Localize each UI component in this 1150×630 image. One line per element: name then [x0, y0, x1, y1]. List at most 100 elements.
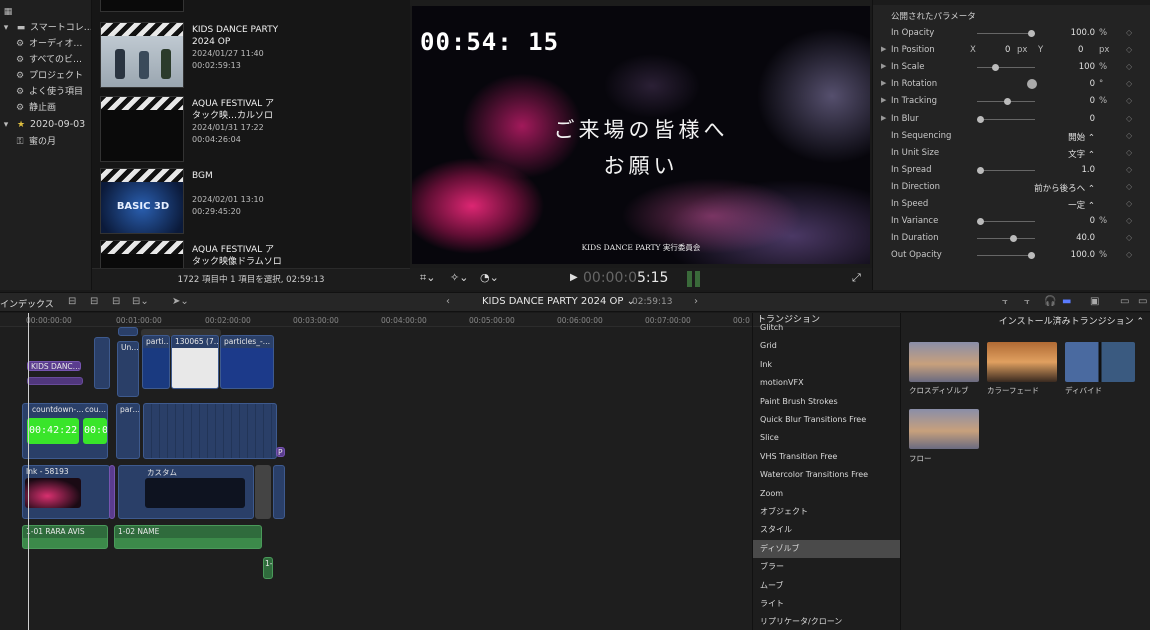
browser-clip[interactable]: BASIC 3D BGM 2024/02/01 13:10 00:29:45:2… [100, 168, 400, 234]
keyframe-icon[interactable]: ◇ [1126, 79, 1132, 88]
y-value[interactable]: 0 [1078, 45, 1083, 55]
connect-clip-icon[interactable]: ⊟ [68, 296, 76, 307]
param-row[interactable]: In Sequencing 開始 ⌃ ◇ [873, 128, 1150, 145]
disclosure-icon[interactable]: ▶ [881, 45, 886, 53]
disclosure-icon[interactable]: ▶ [881, 114, 886, 122]
keyframe-icon[interactable]: ◇ [1126, 233, 1132, 242]
transition-category-item[interactable]: Grid [753, 337, 901, 355]
browser-clip[interactable]: AQUA FESTIVAL ア タック映像ドラムソロ [100, 240, 400, 268]
browser-clip[interactable]: AQUA FESTIVAL ア タック映…カルソロ 2024/01/31 17:… [100, 96, 400, 162]
keyframe-icon[interactable]: ◇ [1126, 96, 1132, 105]
keyframe-icon[interactable]: ◇ [1126, 182, 1132, 191]
select-tool-icon[interactable]: ➤⌄ [172, 296, 189, 307]
keyframe-icon[interactable]: ◇ [1126, 131, 1132, 140]
transitions-category-menu[interactable]: インストール済みトランジション ⌃ [999, 314, 1144, 327]
timeline[interactable]: 00:00:00:00 00:01:00:00 00:02:00:00 00:0… [0, 313, 752, 630]
rotation-dial[interactable] [1027, 79, 1037, 90]
transition-tile-flow[interactable] [909, 409, 979, 449]
param-slider[interactable] [977, 64, 1035, 72]
timeline-clip[interactable]: Ink - 58193 [22, 465, 110, 519]
param-row[interactable]: In Speed 一定 ⌃ ◇ [873, 196, 1150, 213]
enhance-wand-icon[interactable]: ✧⌄ [450, 271, 468, 284]
keyframe-icon[interactable]: ◇ [1126, 45, 1132, 54]
keyframe-icon[interactable]: ◇ [1126, 165, 1132, 174]
forward-arrow-icon[interactable]: › [694, 296, 698, 307]
param-value[interactable]: 前から後ろへ ⌃ [1034, 182, 1095, 194]
audio-clip[interactable]: 1-01 RARA AVIS [22, 525, 108, 549]
index-button[interactable]: インデックス [0, 297, 54, 310]
transition-category-item[interactable]: スタイル [753, 521, 901, 539]
timeline-clip[interactable]: Un… [117, 341, 139, 397]
param-row[interactable]: ▶ In Blur 0 ◇ [873, 111, 1150, 128]
param-row[interactable]: In Unit Size 文字 ⌃ ◇ [873, 145, 1150, 162]
project-name[interactable]: KIDS DANCE PARTY 2024 OP ⌄ [482, 296, 635, 307]
timeline-clip[interactable]: particles_-… [220, 335, 274, 389]
transition-category-item[interactable]: ムーブ [753, 577, 901, 595]
clip-thumbnail[interactable] [100, 96, 184, 162]
transition-tile-color-fade[interactable] [987, 342, 1057, 382]
clip-appearance-icon[interactable]: ▣ [1090, 296, 1099, 307]
timeline-clip[interactable]: parti… [142, 335, 170, 389]
crop-icon[interactable]: ⌗⌄ [420, 271, 435, 285]
sidebar-item-favorites[interactable]: ⚙ よく使う項目 [14, 84, 83, 100]
transition-category-item[interactable]: Zoom [753, 485, 901, 503]
skimming-icon[interactable]: ⫟ [1002, 296, 1008, 307]
param-value[interactable]: 40.0 [1076, 233, 1095, 243]
param-slider[interactable] [977, 115, 1035, 123]
transition-category-item[interactable]: ライト [753, 595, 901, 613]
param-row[interactable]: In Duration 40.0 ◇ [873, 230, 1150, 247]
effects-browser-icon[interactable]: ▭ [1120, 296, 1129, 307]
keyframe-icon[interactable]: ◇ [1126, 148, 1132, 157]
slider-knob[interactable] [1028, 30, 1036, 37]
transition-category-item[interactable]: ブラー [753, 558, 901, 576]
param-value[interactable]: 0 [1090, 79, 1095, 89]
transition-category-item[interactable]: Glitch [753, 319, 901, 337]
slider-knob[interactable] [977, 218, 984, 226]
transition-tile-divide[interactable] [1065, 342, 1135, 382]
timeline-clip[interactable]: カスタム [118, 465, 254, 519]
param-value[interactable]: 一定 ⌃ [1068, 199, 1095, 211]
param-slider[interactable] [977, 252, 1036, 260]
param-row[interactable]: ▶ In Scale 100% ◇ [873, 59, 1150, 76]
sidebar-item-smart-collections[interactable]: ▾ ▬ スマートコレ… [0, 20, 91, 36]
browser-clip[interactable]: KIDS DANCE PARTY 2024 OP 2024/01/27 11:4… [100, 22, 400, 88]
timeline-clip[interactable]: par… [116, 403, 140, 459]
param-row[interactable]: In Direction 前から後ろへ ⌃ ◇ [873, 179, 1150, 196]
slider-knob[interactable] [1004, 98, 1011, 106]
keyframe-icon[interactable]: ◇ [1126, 216, 1132, 225]
transition-tile-cross-dissolve[interactable] [909, 342, 979, 382]
transition-category-item[interactable]: VHS Transition Free [753, 448, 901, 466]
append-clip-icon[interactable]: ⊟ [112, 296, 120, 307]
timeline-ruler[interactable]: 00:00:00:00 00:01:00:00 00:02:00:00 00:0… [0, 313, 752, 327]
playhead[interactable] [28, 313, 29, 630]
transition-category-item[interactable]: ディゾルブ [753, 539, 901, 558]
audio-clip[interactable]: 1-02 NAME [114, 525, 262, 549]
param-slider[interactable] [977, 98, 1035, 106]
slider-knob[interactable] [977, 166, 984, 174]
audio-skimming-icon[interactable]: ⫟ [1024, 296, 1030, 307]
slider-knob[interactable] [1028, 252, 1036, 260]
sidebar-item-all-video[interactable]: ⚙ すべてのビ… [14, 52, 82, 68]
p-badge[interactable]: P [276, 447, 285, 457]
transition-category-item[interactable]: Watercolor Transitions Free [753, 466, 901, 484]
sidebar-item-audio[interactable]: ⚙ オーディオ… [14, 36, 82, 52]
sidebar-item-projects[interactable]: ⚙ プロジェクト [14, 68, 83, 84]
snapping-icon[interactable]: ▬ [1062, 296, 1071, 307]
sidebar-item-honeymoon[interactable]: ⚿ 蜜の月 [14, 134, 56, 150]
param-row[interactable]: In Opacity 100.0% ◇ [873, 25, 1150, 42]
param-value[interactable]: 0 [1090, 96, 1095, 106]
keyframe-icon[interactable]: ◇ [1126, 62, 1132, 71]
keyframe-icon[interactable]: ◇ [1126, 199, 1132, 208]
param-value[interactable]: 100.0 [1071, 28, 1095, 38]
timeline-clip[interactable] [94, 337, 110, 389]
param-slider[interactable] [977, 235, 1035, 243]
overwrite-clip-icon[interactable]: ⊟⌄ [132, 296, 149, 307]
param-row[interactable]: ▶ In Position X 0 px Y 0 px ◇ [873, 42, 1150, 59]
param-value[interactable]: 0 [1090, 114, 1095, 124]
transition-category-item[interactable]: Ink [753, 356, 901, 374]
title-clip-sub[interactable] [27, 377, 83, 385]
clip-thumbnail[interactable] [100, 22, 184, 88]
transition-category-item[interactable]: motionVFX [753, 374, 901, 392]
param-row[interactable]: In Variance 0% ◇ [873, 213, 1150, 230]
back-arrow-icon[interactable]: ‹ [446, 296, 450, 307]
